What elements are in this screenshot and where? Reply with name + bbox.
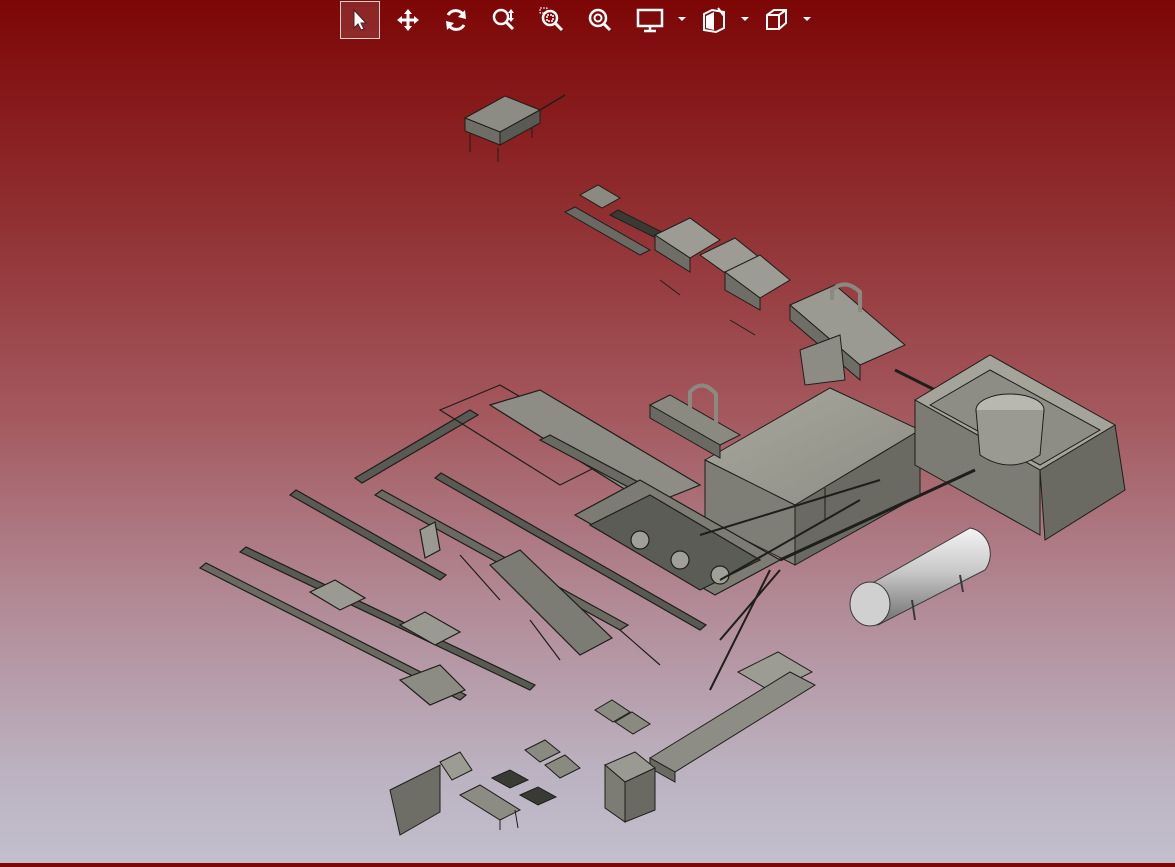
display-mode-button[interactable] (630, 0, 670, 40)
select-button[interactable] (340, 1, 380, 39)
open-tank-room (914, 354, 1126, 541)
zoom-fit-button[interactable] (580, 0, 620, 40)
zoom-fit-icon (588, 8, 612, 32)
move-arrows-icon (397, 9, 419, 31)
zoom-window-icon (539, 7, 564, 32)
zoom-updown-icon (492, 8, 515, 31)
hopper-machine (463, 94, 566, 162)
factory-3d-model (198, 94, 1126, 836)
view-toolbar (336, 0, 816, 40)
section-dropdown[interactable] (740, 12, 750, 26)
display-mode-dropdown[interactable] (677, 12, 687, 26)
zoom-dynamic-button[interactable] (484, 0, 524, 40)
rotate-icon (446, 9, 466, 31)
chevron-down-icon (803, 17, 811, 21)
3d-viewport[interactable] (0, 0, 1175, 863)
section-plane-icon (703, 7, 725, 34)
view-orientation-button[interactable] (756, 0, 796, 40)
monitor-icon (636, 8, 664, 33)
chevron-down-icon (678, 17, 686, 21)
production-line-top (563, 184, 936, 392)
chevron-down-icon (741, 17, 749, 21)
zoom-window-button[interactable] (532, 0, 572, 40)
cube-view-icon (766, 9, 787, 30)
rotate-button[interactable] (436, 0, 476, 40)
cursor-arrow-icon (353, 8, 368, 31)
pan-button[interactable] (388, 0, 428, 40)
view-orientation-dropdown[interactable] (802, 12, 812, 26)
section-button[interactable] (694, 0, 734, 40)
horizontal-tank (849, 527, 991, 627)
